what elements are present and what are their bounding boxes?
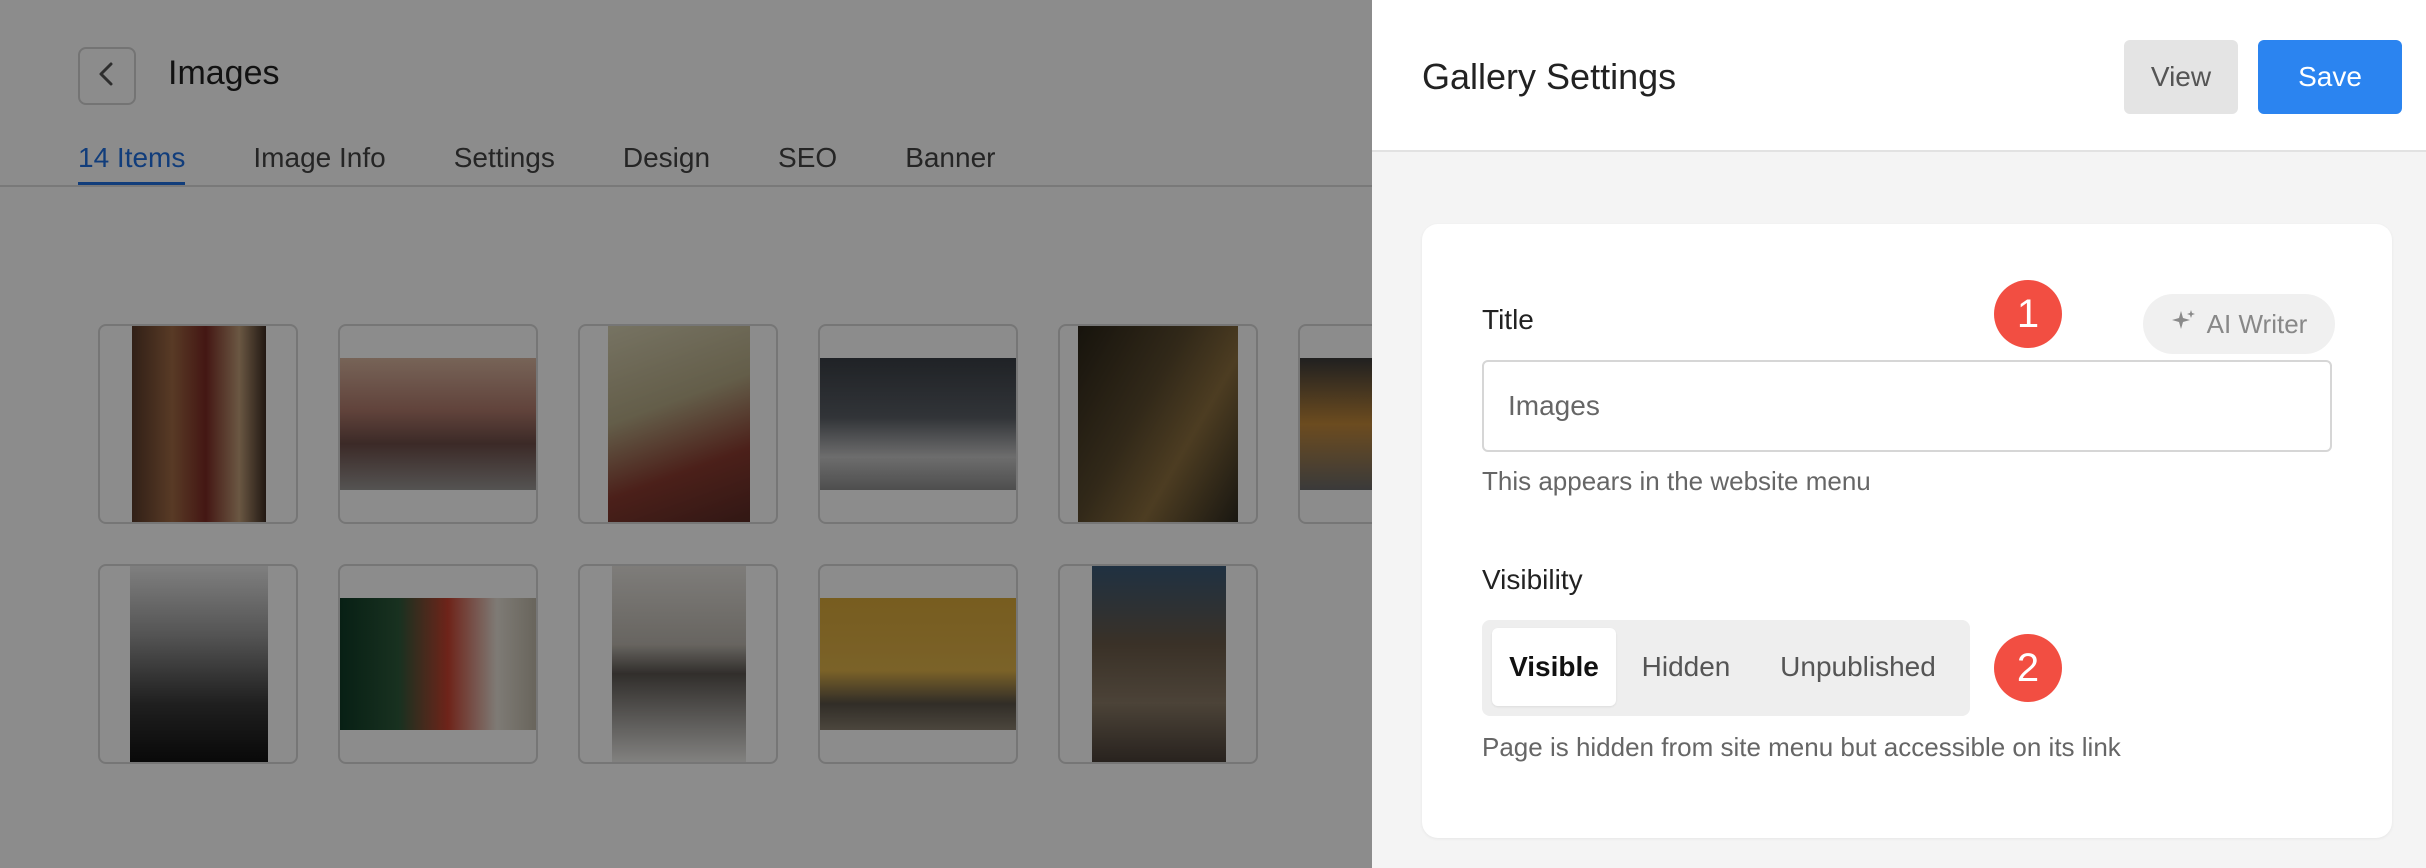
modal-backdrop[interactable] [0, 0, 1372, 868]
settings-card: Title 1 AI Writer This appears in the we… [1422, 224, 2392, 838]
title-label: Title [1482, 304, 1534, 335]
visibility-option-visible[interactable]: Visible [1492, 628, 1616, 706]
panel-header: Gallery Settings View Save [1372, 0, 2426, 152]
visibility-selector: Visible Hidden Unpublished [1482, 620, 1970, 716]
gallery-settings-panel: Gallery Settings View Save Title 1 AI Wr… [1372, 0, 2426, 868]
visibility-option-unpublished[interactable]: Unpublished [1758, 628, 1958, 706]
visibility-help-text: Page is hidden from site menu but access… [1482, 732, 2121, 762]
view-button[interactable]: View [2124, 40, 2238, 114]
sparkle-icon [2171, 308, 2207, 341]
save-button[interactable]: Save [2258, 40, 2402, 114]
title-input[interactable] [1482, 360, 2332, 452]
ai-writer-button[interactable]: AI Writer [2143, 294, 2335, 354]
step-marker-1: 1 [1994, 280, 2062, 348]
panel-title: Gallery Settings [1422, 56, 1677, 97]
visibility-option-hidden[interactable]: Hidden [1622, 628, 1750, 706]
step-marker-2: 2 [1994, 634, 2062, 702]
title-help-text: This appears in the website menu [1482, 466, 1871, 496]
visibility-label: Visibility [1482, 564, 1583, 595]
gallery-page: Images 14 Items Image Info Settings Desi… [0, 0, 1498, 868]
ai-writer-label: AI Writer [2206, 308, 2308, 339]
